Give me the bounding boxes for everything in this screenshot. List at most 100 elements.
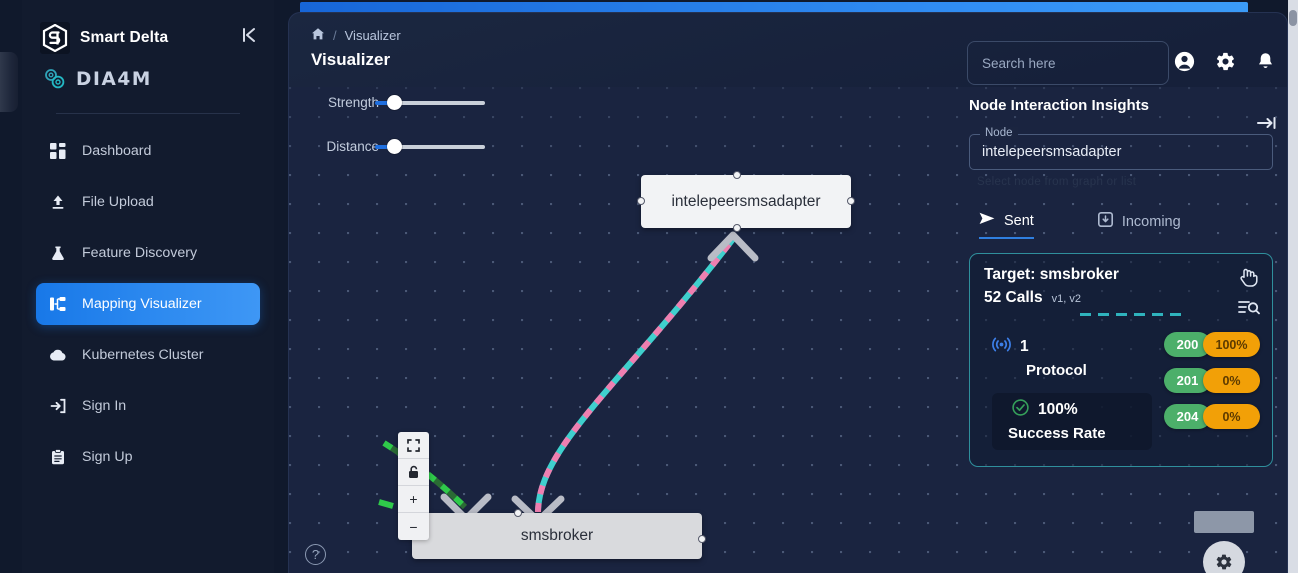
home-icon[interactable] bbox=[311, 27, 325, 44]
node-handle-left[interactable] bbox=[637, 197, 645, 205]
flask-icon bbox=[48, 243, 68, 263]
zoom-out-button[interactable]: − bbox=[398, 513, 429, 540]
canvas-zoom-controls: + − bbox=[398, 432, 429, 540]
gear-icon[interactable] bbox=[1215, 51, 1236, 72]
target-title: Target: smsbroker bbox=[984, 266, 1119, 283]
graph-node-label: smsbroker bbox=[520, 527, 594, 544]
send-icon bbox=[979, 212, 995, 229]
node-handle-bottom[interactable] bbox=[733, 224, 741, 232]
help-icon[interactable]: ? bbox=[305, 544, 326, 565]
sidebar-item-sign-in[interactable]: Sign In bbox=[36, 385, 260, 427]
sitemap-icon bbox=[48, 294, 68, 314]
sidebar-item-label: Sign In bbox=[82, 398, 127, 414]
smart-delta-logo-icon bbox=[40, 22, 70, 54]
sidebar-nav: Dashboard File Upload Feature Discovery … bbox=[22, 130, 274, 478]
protocol-count: 1 bbox=[1020, 338, 1029, 355]
insights-title: Node Interaction Insights bbox=[969, 97, 1150, 114]
tab-sent[interactable]: Sent bbox=[979, 212, 1034, 239]
sidebar-item-mapping-visualizer[interactable]: Mapping Visualizer bbox=[36, 283, 260, 325]
status-code-row[interactable]: 204 0% bbox=[1164, 404, 1260, 429]
upload-icon bbox=[48, 192, 68, 212]
gear-icon bbox=[1216, 554, 1232, 570]
breadcrumb-current[interactable]: Visualizer bbox=[345, 28, 401, 43]
sidebar-collapse-icon[interactable] bbox=[240, 26, 258, 47]
graph-node-label: intelepeersmsadapter bbox=[671, 192, 821, 210]
sidebar-item-label: Mapping Visualizer bbox=[82, 296, 202, 312]
sidebar-item-label: Feature Discovery bbox=[82, 245, 198, 261]
strength-slider-track[interactable] bbox=[375, 94, 485, 110]
distance-slider-track[interactable] bbox=[375, 138, 485, 154]
success-rate-block: 100% Success Rate bbox=[992, 393, 1152, 450]
tab-label: Incoming bbox=[1121, 213, 1181, 230]
bottom-grey-bar bbox=[1194, 511, 1254, 533]
protocol-label: Protocol bbox=[1026, 362, 1087, 379]
clipboard-icon bbox=[48, 447, 68, 467]
node2-handle-right[interactable] bbox=[698, 535, 706, 543]
fullscreen-icon[interactable] bbox=[398, 432, 429, 459]
login-arrow-icon bbox=[48, 396, 68, 416]
product-name: DIA4M bbox=[76, 68, 152, 90]
lock-icon[interactable] bbox=[398, 459, 429, 486]
status-pct-badge: 0% bbox=[1203, 368, 1260, 393]
strength-slider-label: Strength bbox=[327, 95, 379, 110]
header-icon-group bbox=[1174, 51, 1275, 72]
sidebar-brand: Smart Delta DIA4M bbox=[22, 0, 274, 114]
signal-tower-icon bbox=[992, 336, 1011, 358]
app-root: Smart Delta DIA4M Dashboard File Upload … bbox=[0, 0, 1298, 573]
insights-collapse-icon[interactable] bbox=[1257, 115, 1277, 136]
sidebar-item-feature-discovery[interactable]: Feature Discovery bbox=[36, 232, 260, 274]
node-field-value: intelepeersmsadapter bbox=[982, 144, 1122, 160]
node2-handle-top[interactable] bbox=[514, 509, 522, 517]
card-icon-group bbox=[1238, 266, 1260, 322]
main-panel: / Visualizer Visualizer Search here Stre… bbox=[288, 12, 1288, 573]
strength-slider[interactable]: Strength bbox=[301, 94, 485, 110]
sidebar-item-kubernetes-cluster[interactable]: Kubernetes Cluster bbox=[36, 334, 260, 376]
graph-canvas[interactable]: Strength Distance intelepeersmsadapter s… bbox=[289, 87, 1287, 573]
page-header: / Visualizer Visualizer Search here bbox=[289, 13, 1287, 87]
status-pct-badge: 0% bbox=[1203, 404, 1260, 429]
graph-node-smsbroker[interactable]: smsbroker bbox=[412, 513, 702, 559]
node-interaction-insights-panel: Node Interaction Insights Node intelepee… bbox=[957, 87, 1287, 573]
cursor-click-icon[interactable] bbox=[1238, 266, 1260, 293]
status-pct-badge: 100% bbox=[1203, 332, 1260, 357]
breadcrumb-separator: / bbox=[333, 28, 337, 43]
node-handle-top[interactable] bbox=[733, 171, 741, 179]
bell-icon[interactable] bbox=[1256, 52, 1275, 72]
node-handle-right[interactable] bbox=[847, 197, 855, 205]
version-list: v1, v2 bbox=[1051, 293, 1081, 305]
cloud-icon bbox=[48, 345, 68, 365]
distance-slider-thumb[interactable] bbox=[387, 138, 402, 154]
target-insight-card[interactable]: Target: smsbroker 52 Calls v1, v2 1 Prot… bbox=[969, 253, 1273, 467]
inbox-arrow-icon bbox=[1097, 212, 1113, 231]
zoom-in-button[interactable]: + bbox=[398, 486, 429, 513]
card-dashed-divider bbox=[1080, 313, 1184, 316]
tab-incoming[interactable]: Incoming bbox=[1097, 212, 1181, 239]
sidebar-item-dashboard[interactable]: Dashboard bbox=[36, 130, 260, 172]
product-brand: DIA4M bbox=[40, 67, 256, 91]
sidebar-item-label: Sign Up bbox=[82, 449, 133, 465]
dashboard-grid-icon bbox=[48, 141, 68, 161]
sidebar: Smart Delta DIA4M Dashboard File Upload … bbox=[22, 0, 274, 573]
edge-rail-handle[interactable] bbox=[0, 52, 18, 112]
search-input[interactable]: Search here bbox=[967, 41, 1169, 85]
sidebar-divider bbox=[56, 113, 240, 114]
sidebar-item-label: Kubernetes Cluster bbox=[82, 347, 204, 363]
search-placeholder: Search here bbox=[982, 55, 1056, 71]
distance-slider[interactable]: Distance bbox=[301, 138, 485, 154]
account-circle-icon[interactable] bbox=[1174, 51, 1195, 72]
scrollbar-thumb[interactable] bbox=[1289, 10, 1297, 26]
sidebar-item-file-upload[interactable]: File Upload bbox=[36, 181, 260, 223]
sidebar-item-label: Dashboard bbox=[82, 143, 152, 159]
brand-name: Smart Delta bbox=[80, 29, 169, 46]
status-code-row[interactable]: 200 100% bbox=[1164, 332, 1260, 357]
sidebar-item-sign-up[interactable]: Sign Up bbox=[36, 436, 260, 478]
page-scrollbar[interactable] bbox=[1288, 0, 1298, 573]
graph-node-intelepeersmsadapter[interactable]: intelepeersmsadapter bbox=[641, 175, 851, 228]
strength-slider-thumb[interactable] bbox=[387, 94, 402, 110]
distance-slider-label: Distance bbox=[326, 139, 379, 154]
node-field-legend: Node bbox=[980, 127, 1018, 139]
search-list-icon[interactable] bbox=[1238, 299, 1260, 322]
node-select-field[interactable]: Node intelepeersmsadapter bbox=[969, 127, 1273, 170]
insights-tabs: Sent Incoming bbox=[969, 212, 1273, 239]
status-code-row[interactable]: 201 0% bbox=[1164, 368, 1260, 393]
